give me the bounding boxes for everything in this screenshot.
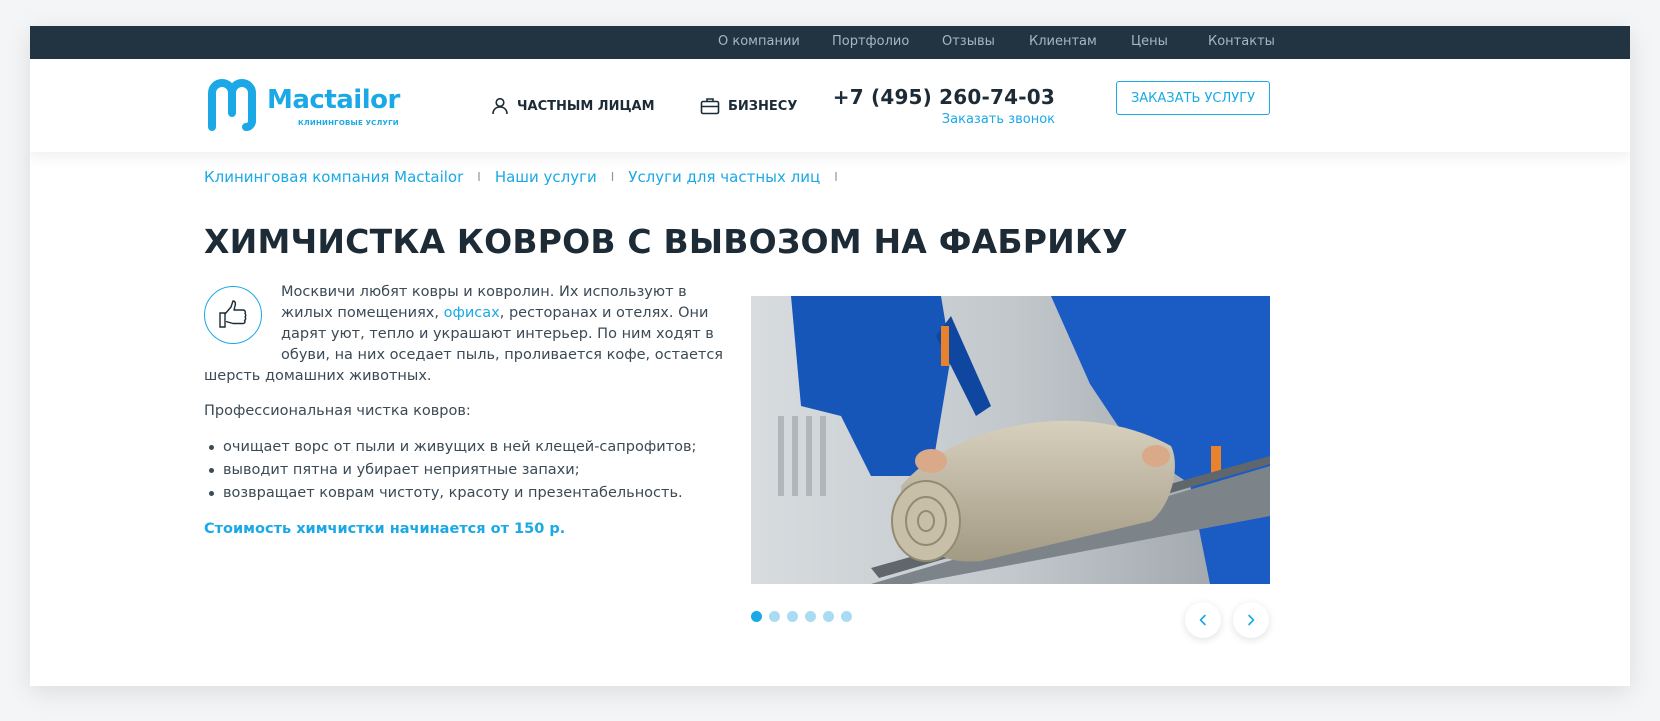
slider-dot[interactable] — [751, 611, 762, 622]
order-service-button[interactable]: ЗАКАЗАТЬ УСЛУГУ — [1116, 81, 1270, 115]
logo-subtitle: КЛИНИНГОВЫЕ УСЛУГИ — [298, 119, 399, 127]
topnav-prices[interactable]: Цены — [1131, 34, 1168, 49]
page-title: ХИМЧИСТКА КОВРОВ С ВЫВОЗОМ НА ФАБРИКУ — [204, 222, 1128, 261]
slider-image — [751, 296, 1270, 584]
slider-prev-button[interactable] — [1185, 602, 1221, 638]
list-item: возвращает коврам чистоту, красоту и пре… — [204, 482, 724, 505]
breadcrumb-home[interactable]: Клининговая компания Mactailor — [204, 168, 463, 186]
page-frame: О компании Портфолио Отзывы Клиентам Цен… — [30, 26, 1630, 686]
intro-paragraph: Москвичи любят ковры и ковролин. Их испо… — [204, 282, 724, 387]
benefits-list: очищает ворс от пыли и живущих в ней кле… — [204, 436, 724, 505]
chevron-left-icon — [1199, 614, 1206, 626]
breadcrumb-services[interactable]: Наши услуги — [495, 168, 597, 186]
slider-dots — [751, 611, 852, 622]
topnav-about[interactable]: О компании — [718, 34, 800, 49]
topnav-reviews[interactable]: Отзывы — [942, 34, 995, 49]
topnav-contacts[interactable]: Контакты — [1208, 34, 1275, 49]
slider-next-button[interactable] — [1233, 602, 1269, 638]
logo-wordmark: Mactailor — [267, 85, 400, 115]
thumbs-up-badge — [204, 286, 262, 344]
topnav-clients[interactable]: Клиентам — [1029, 34, 1097, 49]
list-title: Профессиональная чистка ковров: — [204, 403, 471, 419]
slider-dot[interactable] — [823, 611, 834, 622]
breadcrumb: Клининговая компания Mactailor I Наши ус… — [204, 168, 852, 186]
thumbs-up-icon — [219, 300, 247, 328]
slider-dot[interactable] — [841, 611, 852, 622]
phone-block: +7 (495) 260-74-03 Заказать звонок — [833, 85, 1055, 127]
nav-private[interactable]: ЧАСТНЫМ ЛИЦАМ — [491, 97, 655, 115]
logo-mark-icon — [208, 79, 256, 131]
breadcrumb-separator: I — [834, 170, 838, 184]
slider-dot[interactable] — [787, 611, 798, 622]
user-icon — [492, 97, 508, 115]
breadcrumb-separator: I — [477, 170, 481, 184]
breadcrumb-separator: I — [610, 170, 615, 184]
callback-link[interactable]: Заказать звонок — [833, 112, 1055, 127]
logo[interactable]: Mactailor КЛИНИНГОВЫЕ УСЛУГИ — [204, 77, 400, 135]
service-description: Москвичи любят ковры и ковролин. Их испо… — [204, 282, 724, 554]
nav-business-label: БИЗНЕСУ — [728, 98, 798, 114]
site-header: Mactailor КЛИНИНГОВЫЕ УСЛУГИ ЧАСТНЫМ ЛИЦ… — [30, 59, 1630, 152]
list-item: очищает ворс от пыли и живущих в ней кле… — [204, 436, 724, 459]
carpet-cleaning-photo — [751, 296, 1270, 584]
top-bar: О компании Портфолио Отзывы Клиентам Цен… — [30, 26, 1630, 59]
nav-business[interactable]: БИЗНЕСУ — [700, 97, 797, 115]
chevron-right-icon — [1248, 614, 1255, 626]
slider-dot[interactable] — [769, 611, 780, 622]
nav-private-label: ЧАСТНЫМ ЛИЦАМ — [517, 98, 655, 114]
slider-dot[interactable] — [805, 611, 816, 622]
offices-link[interactable]: офисах — [444, 305, 500, 321]
breadcrumb-private-services[interactable]: Услуги для частных лиц — [628, 168, 820, 186]
briefcase-icon — [700, 98, 720, 115]
price-note: Стоимость химчистки начинается от 150 р. — [204, 521, 566, 537]
list-item: выводит пятна и убирает неприятные запах… — [204, 459, 724, 482]
topnav-portfolio[interactable]: Портфолио — [832, 34, 909, 49]
phone-number[interactable]: +7 (495) 260-74-03 — [833, 85, 1055, 109]
